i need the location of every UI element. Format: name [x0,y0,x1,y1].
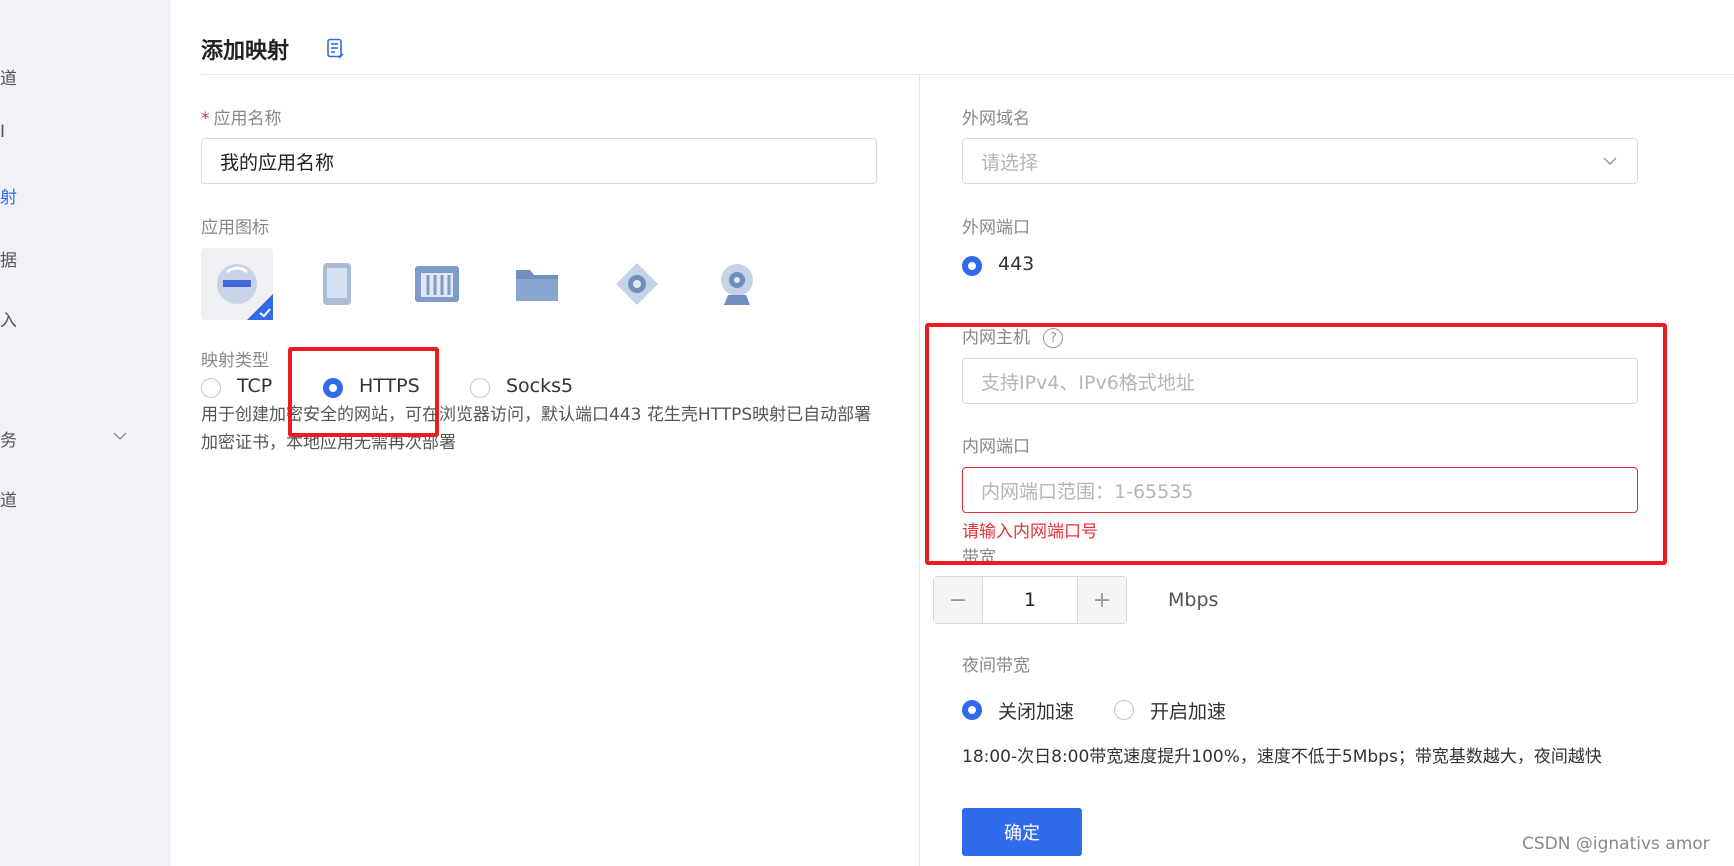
confirm-button[interactable]: 确定 [962,808,1082,856]
bandwidth-stepper[interactable]: − 1 + [933,576,1127,624]
app-icon-label: 应用图标 [201,218,269,238]
app-icon-option-browser[interactable] [201,248,273,320]
radio-socks5[interactable] [470,378,490,398]
bandwidth-value[interactable]: 1 [983,577,1077,623]
night-bandwidth-label: 夜间带宽 [962,656,1030,676]
radio-ext-port-443[interactable] [962,256,982,276]
domain-placeholder: 请选择 [981,151,1039,174]
sidebar-item-4[interactable]: 据 [0,246,17,271]
app-icon-option-server[interactable] [401,248,473,320]
sidebar-item-5[interactable]: 入 [0,306,17,331]
app-name-value: 我的应用名称 [220,151,335,174]
folder-icon [516,270,558,301]
radio-night-on[interactable] [1114,700,1134,720]
page-title: 添加映射 [201,39,290,64]
chevron-down-icon[interactable] [112,428,128,444]
app-icon-option-camera[interactable] [701,248,773,320]
ext-port-label: 外网端口 [962,218,1030,238]
document-icon[interactable] [326,38,346,60]
minus-button[interactable]: − [934,577,983,623]
chevron-down-icon [1603,157,1617,166]
column-divider [919,75,920,866]
phone-icon [323,263,351,305]
highlight-box-https [288,347,439,437]
watermark: CSDN @ignativs amor [1522,834,1710,854]
sidebar: 道 Ⅰ 射 据 入 务 道 [0,0,171,866]
title-divider [201,74,1734,75]
sidebar-item-1[interactable]: 道 [0,64,17,89]
radio-socks5-label[interactable]: Socks5 [506,375,573,397]
main-content: 添加映射 * 应用名称 我的应用名称 应用图标 映射类型 TCP HTTPS S… [171,0,1734,866]
domain-label: 外网域名 [962,109,1030,129]
bandwidth-unit: Mbps [1168,589,1219,611]
sidebar-item-mapping[interactable]: 射 [0,183,17,208]
sidebar-item-2[interactable]: Ⅰ [0,122,5,142]
ext-port-value[interactable]: 443 [998,253,1034,275]
camera-icon [721,264,753,305]
app-icon-option-folder[interactable] [501,248,573,320]
radio-night-on-label[interactable]: 开启加速 [1150,697,1226,724]
radio-night-off-label[interactable]: 关闭加速 [998,697,1074,724]
radio-night-off[interactable] [962,700,982,720]
app-icon-option-phone[interactable] [301,248,373,320]
app-name-input[interactable]: 我的应用名称 [201,138,877,184]
app-name-label: * 应用名称 [201,104,282,129]
highlight-box-host-port [925,323,1667,565]
radio-tcp[interactable] [201,378,221,398]
sidebar-item-7[interactable]: 道 [0,486,17,511]
server-icon [415,266,459,302]
sidebar-item-6[interactable]: 务 [0,426,17,451]
mapping-type-label: 映射类型 [201,351,269,371]
network-icon [616,263,658,305]
radio-tcp-label[interactable]: TCP [237,375,272,397]
domain-select[interactable]: 请选择 [962,138,1638,184]
plus-button[interactable]: + [1077,577,1126,623]
night-description: 18:00-次日8:00带宽速度提升100%，速度不低于5Mbps；带宽基数越大… [962,747,1602,767]
app-icon-option-network[interactable] [601,248,673,320]
required-mark: * [201,109,210,129]
check-icon [247,294,273,320]
app-name-label-text: 应用名称 [213,109,282,129]
